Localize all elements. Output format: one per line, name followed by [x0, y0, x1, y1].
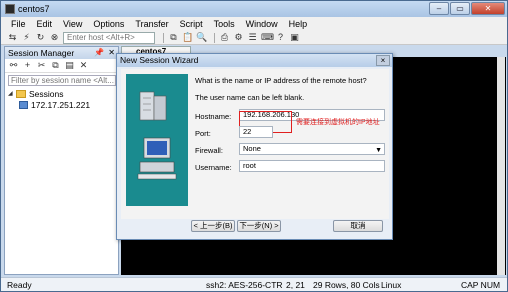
dialog-prompt: What is the name or IP address of the re…: [195, 76, 367, 85]
dialog-body: What is the name or IP address of the re…: [121, 69, 389, 219]
options-icon[interactable]: ☰: [247, 32, 258, 43]
status-cipher: ssh2: AES-256-CTR: [206, 280, 283, 290]
panel-close-icon[interactable]: ✕: [108, 47, 115, 59]
collapse-icon[interactable]: ◢: [8, 90, 16, 97]
status-position: 2, 21: [286, 280, 305, 290]
hostname-label: Hostname:: [195, 112, 232, 121]
minimize-button[interactable]: –: [429, 2, 449, 15]
disconnect-icon[interactable]: ⊗: [49, 32, 60, 43]
dialog-hint: The user name can be left blank.: [195, 93, 305, 102]
maximize-button[interactable]: ▭: [450, 2, 470, 15]
menu-view[interactable]: View: [63, 19, 82, 29]
status-bar: Ready ssh2: AES-256-CTR 2, 21 29 Rows, 8…: [1, 277, 507, 291]
app-icon: [5, 4, 15, 14]
annotation-text: 需要连接到虚拟机的IP地址: [296, 119, 380, 126]
toolbar-separator: [163, 32, 164, 43]
username-input[interactable]: root: [239, 160, 385, 172]
session-toolbar: ⚯ + ✂ ⧉ ▤ ✕: [5, 59, 118, 73]
find-icon[interactable]: 🔍: [196, 32, 207, 43]
firewall-select[interactable]: None ▼: [239, 143, 385, 155]
computer-icon: [19, 100, 28, 109]
dialog-close-button[interactable]: ×: [376, 55, 390, 66]
port-input[interactable]: 22: [239, 126, 273, 138]
session-manager-panel: Session Manager 📌 ✕ ⚯ + ✂ ⧉ ▤ ✕ ◢ Sessio…: [4, 46, 119, 275]
dialog-button-bar: < 上一步(B) 下一步(N) > 取消: [117, 220, 394, 238]
status-size: 29 Rows, 80 Cols: [313, 280, 380, 290]
connect-icon[interactable]: ⇆: [7, 32, 18, 43]
status-ready: Ready: [7, 280, 32, 290]
dropdown-arrow-icon[interactable]: ▼: [375, 146, 382, 156]
properties-icon[interactable]: ▤: [64, 60, 75, 71]
back-button[interactable]: < 上一步(B): [191, 220, 235, 232]
status-os: Linux: [381, 280, 402, 290]
title-bar: centos7 – ▭ ✕: [1, 1, 507, 17]
terminal-scrollbar[interactable]: [497, 57, 505, 275]
folder-icon: [16, 89, 26, 98]
sessions-folder[interactable]: ◢ Sessions: [5, 88, 118, 99]
menu-edit[interactable]: Edit: [37, 19, 53, 29]
menu-help[interactable]: Help: [289, 19, 308, 29]
session-manager-title: Session Manager 📌 ✕: [5, 47, 118, 59]
port-label: Port:: [195, 129, 211, 138]
session-filter-input[interactable]: [8, 75, 116, 86]
help-icon[interactable]: ?: [275, 32, 286, 43]
menu-script[interactable]: Script: [180, 19, 203, 29]
sftp-icon[interactable]: ▣: [289, 32, 300, 43]
new-session-icon[interactable]: +: [22, 60, 33, 71]
copy-session-icon[interactable]: ⧉: [50, 60, 61, 71]
copy-icon[interactable]: ⧉: [168, 32, 179, 43]
next-button[interactable]: 下一步(N) >: [237, 220, 281, 232]
settings-icon[interactable]: ⚙: [233, 32, 244, 43]
print-icon[interactable]: ⎙: [219, 32, 230, 43]
firewall-label: Firewall:: [195, 146, 223, 155]
menu-file[interactable]: File: [11, 19, 26, 29]
delete-icon[interactable]: ✕: [78, 60, 89, 71]
menu-transfer[interactable]: Transfer: [135, 19, 168, 29]
link-icon[interactable]: ⚯: [8, 60, 19, 71]
host-input[interactable]: [63, 31, 155, 44]
close-button[interactable]: ✕: [471, 2, 505, 15]
menu-bar: File Edit View Options Transfer Script T…: [1, 17, 507, 31]
session-manager-label: Session Manager: [8, 48, 75, 58]
toolbar-separator: [214, 32, 215, 43]
username-label: Username:: [195, 163, 232, 172]
pin-icon[interactable]: 📌: [94, 47, 104, 59]
window-title: centos7: [18, 4, 50, 14]
sessions-label: Sessions: [29, 88, 64, 99]
quick-connect-icon[interactable]: ⚡: [21, 32, 32, 43]
wizard-illustration: [126, 74, 188, 206]
menu-options[interactable]: Options: [93, 19, 124, 29]
app-window: centos7 – ▭ ✕ File Edit View Options Tra…: [0, 0, 508, 292]
dialog-title: New Session Wizard: [117, 54, 392, 67]
status-caps: CAP NUM: [461, 280, 501, 290]
menu-tools[interactable]: Tools: [214, 19, 235, 29]
reconnect-icon[interactable]: ↻: [35, 32, 46, 43]
cancel-button[interactable]: 取消: [333, 220, 383, 232]
new-session-wizard-dialog: New Session Wizard × What is the name or…: [116, 53, 393, 240]
session-item[interactable]: 172.17.251.221: [5, 99, 118, 110]
menu-window[interactable]: Window: [246, 19, 278, 29]
paste-icon[interactable]: 📋: [182, 32, 193, 43]
session-item-label: 172.17.251.221: [31, 99, 91, 110]
toolbar: ⇆ ⚡ ↻ ⊗ ⧉ 📋 🔍 ⎙ ⚙ ☰ ⌨ ? ▣: [1, 31, 507, 45]
cut-icon[interactable]: ✂: [36, 60, 47, 71]
keymap-icon[interactable]: ⌨: [261, 32, 274, 43]
firewall-value: None: [243, 144, 261, 153]
